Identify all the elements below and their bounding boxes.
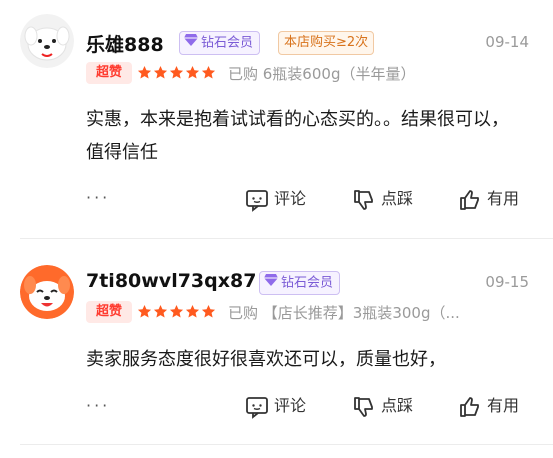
star-icon	[201, 65, 216, 79]
useful-label: 有用	[487, 189, 520, 208]
dislike-label: 点踩	[381, 396, 414, 415]
review-divider	[20, 238, 553, 239]
review-divider	[20, 444, 553, 445]
star-icon	[169, 304, 184, 318]
comment-button[interactable]: 评论	[245, 393, 306, 419]
review-content: 卖家服务态度很好很喜欢还可以，质量也好，	[86, 349, 446, 370]
star-icon	[137, 304, 152, 318]
comment-icon	[246, 189, 268, 212]
thumbs-down-icon	[354, 189, 373, 210]
comment-icon	[246, 396, 268, 419]
comment-label: 评论	[274, 396, 307, 415]
star-icon	[185, 65, 200, 79]
membership-label: 钻石会员	[201, 35, 254, 51]
diamond-icon	[184, 32, 198, 54]
star-icon	[153, 304, 168, 318]
rating-stars	[137, 304, 217, 320]
rating-stars	[137, 65, 217, 81]
username[interactable]: 7ti80wvl73qx87	[86, 270, 256, 292]
review-date: 09-14	[485, 33, 529, 51]
star-icon	[185, 304, 200, 318]
review-date: 09-15	[485, 273, 529, 291]
avatar[interactable]	[20, 265, 74, 319]
purchase-spec: 已购 【店长推荐】3瓶装300g（...	[228, 304, 460, 322]
avatar-dog-icon	[20, 14, 74, 68]
star-icon	[153, 65, 168, 79]
thumbs-up-icon	[460, 396, 479, 417]
dislike-button[interactable]: 点踩	[352, 186, 413, 212]
thumbs-down-icon	[354, 396, 373, 417]
membership-badge: 钻石会员	[179, 31, 261, 55]
avatar[interactable]	[20, 14, 74, 68]
membership-badge: 钻石会员	[259, 271, 341, 295]
dislike-label: 点踩	[381, 189, 414, 208]
review-content: 实惠，本来是抱着试试看的心态买的。。结果很可以，值得信任	[86, 109, 509, 163]
useful-button[interactable]: 有用	[458, 186, 519, 212]
repeat-buyer-badge: 本店购买≥2次	[278, 31, 375, 55]
purchase-spec: 已购 6瓶装600g（半年量）	[228, 65, 416, 83]
more-options-button[interactable]: ···	[86, 188, 110, 207]
useful-label: 有用	[487, 396, 520, 415]
avatar-dog-icon	[20, 265, 74, 319]
membership-label: 钻石会员	[281, 275, 334, 291]
comment-label: 评论	[274, 189, 307, 208]
useful-button[interactable]: 有用	[458, 393, 519, 419]
comment-button[interactable]: 评论	[245, 186, 306, 212]
star-icon	[201, 304, 216, 318]
username[interactable]: 乐雄888	[86, 30, 164, 57]
thumbs-up-icon	[460, 189, 479, 210]
star-icon	[137, 65, 152, 79]
diamond-icon	[264, 272, 278, 294]
super-praise-tag: 超赞	[86, 62, 132, 84]
star-icon	[169, 65, 184, 79]
dislike-button[interactable]: 点踩	[352, 393, 413, 419]
more-options-button[interactable]: ···	[86, 396, 110, 415]
super-praise-tag: 超赞	[86, 301, 132, 323]
